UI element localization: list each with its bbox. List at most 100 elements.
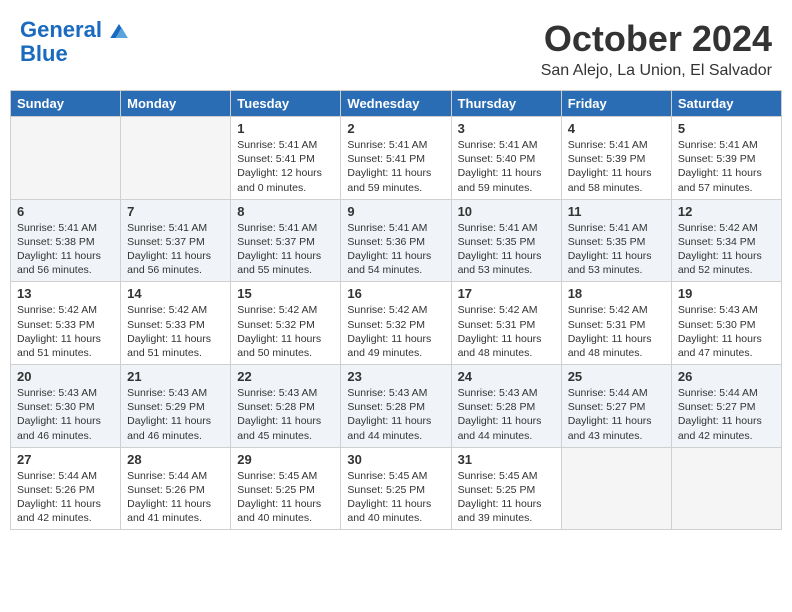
day-number: 19 (678, 286, 775, 301)
day-number: 2 (347, 121, 444, 136)
logo-blue-text: Blue (20, 42, 68, 66)
day-info: Sunrise: 5:41 AMSunset: 5:35 PMDaylight:… (458, 221, 555, 278)
day-number: 20 (17, 369, 114, 384)
calendar-day-cell: 12Sunrise: 5:42 AMSunset: 5:34 PMDayligh… (671, 199, 781, 282)
calendar-day-cell: 2 Sunrise: 5:41 AMSunset: 5:41 PMDaylight… (341, 117, 451, 200)
day-info: Sunrise: 5:42 AMSunset: 5:32 PMDaylight:… (237, 303, 334, 360)
day-number: 3 (458, 121, 555, 136)
day-number: 17 (458, 286, 555, 301)
day-info: Sunrise: 5:43 AMSunset: 5:30 PMDaylight:… (17, 386, 114, 443)
day-info: Sunrise: 5:45 AMSunset: 5:25 PMDaylight:… (237, 469, 334, 526)
day-info: Sunrise: 5:41 AMSunset: 5:36 PMDaylight:… (347, 221, 444, 278)
day-number: 4 (568, 121, 665, 136)
weekday-header: Saturday (671, 91, 781, 117)
day-info: Sunrise: 5:42 AMSunset: 5:32 PMDaylight:… (347, 303, 444, 360)
calendar-day-cell: 3 Sunrise: 5:41 AMSunset: 5:40 PMDaylight… (451, 117, 561, 200)
title-section: October 2024 San Alejo, La Union, El Sal… (541, 18, 772, 80)
calendar-week-row: 27 Sunrise: 5:44 AMSunset: 5:26 PMDayligh… (11, 447, 782, 530)
calendar-day-cell: 18Sunrise: 5:42 AMSunset: 5:31 PMDayligh… (561, 282, 671, 365)
day-number: 22 (237, 369, 334, 384)
day-info: Sunrise: 5:42 AMSunset: 5:33 PMDaylight:… (17, 303, 114, 360)
weekday-header: Friday (561, 91, 671, 117)
day-number: 31 (458, 452, 555, 467)
day-number: 21 (127, 369, 224, 384)
calendar-day-cell: 27 Sunrise: 5:44 AMSunset: 5:26 PMDayligh… (11, 447, 121, 530)
calendar-day-cell: 22 Sunrise: 5:43 AMSunset: 5:28 PMDayligh… (231, 365, 341, 448)
day-number: 7 (127, 204, 224, 219)
calendar-day-cell: 14 Sunrise: 5:42 AMSunset: 5:33 PMDayligh… (121, 282, 231, 365)
day-number: 5 (678, 121, 775, 136)
day-info: Sunrise: 5:41 AMSunset: 5:41 PMDaylight:… (347, 138, 444, 195)
page-header: General Blue October 2024 San Alejo, La … (10, 10, 782, 84)
day-number: 12 (678, 204, 775, 219)
calendar-day-cell: 11 Sunrise: 5:41 AMSunset: 5:35 PMDayligh… (561, 199, 671, 282)
calendar-day-cell: 28Sunrise: 5:44 AMSunset: 5:26 PMDayligh… (121, 447, 231, 530)
day-number: 29 (237, 452, 334, 467)
weekday-header: Monday (121, 91, 231, 117)
day-info: Sunrise: 5:41 AMSunset: 5:35 PMDaylight:… (568, 221, 665, 278)
day-info: Sunrise: 5:41 AMSunset: 5:41 PMDaylight:… (237, 138, 334, 195)
day-info: Sunrise: 5:45 AMSunset: 5:25 PMDaylight:… (347, 469, 444, 526)
day-number: 28 (127, 452, 224, 467)
calendar-day-cell: 25Sunrise: 5:44 AMSunset: 5:27 PMDayligh… (561, 365, 671, 448)
calendar-header-row: SundayMondayTuesdayWednesdayThursdayFrid… (11, 91, 782, 117)
day-info: Sunrise: 5:41 AMSunset: 5:40 PMDaylight:… (458, 138, 555, 195)
calendar-day-cell: 17 Sunrise: 5:42 AMSunset: 5:31 PMDayligh… (451, 282, 561, 365)
day-number: 27 (17, 452, 114, 467)
calendar-day-cell: 13 Sunrise: 5:42 AMSunset: 5:33 PMDayligh… (11, 282, 121, 365)
day-info: Sunrise: 5:44 AMSunset: 5:26 PMDaylight:… (17, 469, 114, 526)
weekday-header: Tuesday (231, 91, 341, 117)
calendar-day-cell: 7 Sunrise: 5:41 AMSunset: 5:37 PMDaylight… (121, 199, 231, 282)
calendar-day-cell: 1 Sunrise: 5:41 AMSunset: 5:41 PMDaylight… (231, 117, 341, 200)
weekday-header: Wednesday (341, 91, 451, 117)
day-info: Sunrise: 5:42 AMSunset: 5:33 PMDaylight:… (127, 303, 224, 360)
weekday-header: Sunday (11, 91, 121, 117)
day-number: 6 (17, 204, 114, 219)
day-info: Sunrise: 5:41 AMSunset: 5:37 PMDaylight:… (127, 221, 224, 278)
calendar-day-cell: 19 Sunrise: 5:43 AMSunset: 5:30 PMDayligh… (671, 282, 781, 365)
location-title: San Alejo, La Union, El Salvador (541, 62, 772, 80)
day-number: 14 (127, 286, 224, 301)
calendar-day-cell: 15 Sunrise: 5:42 AMSunset: 5:32 PMDayligh… (231, 282, 341, 365)
logo-text: General (20, 18, 128, 42)
day-info: Sunrise: 5:43 AMSunset: 5:30 PMDaylight:… (678, 303, 775, 360)
calendar-day-cell: 20 Sunrise: 5:43 AMSunset: 5:30 PMDayligh… (11, 365, 121, 448)
calendar-day-cell: 29 Sunrise: 5:45 AMSunset: 5:25 PMDayligh… (231, 447, 341, 530)
day-info: Sunrise: 5:45 AMSunset: 5:25 PMDaylight:… (458, 469, 555, 526)
calendar-day-cell: 9Sunrise: 5:41 AMSunset: 5:36 PMDaylight… (341, 199, 451, 282)
calendar-week-row: 13 Sunrise: 5:42 AMSunset: 5:33 PMDayligh… (11, 282, 782, 365)
calendar-day-cell: 30Sunrise: 5:45 AMSunset: 5:25 PMDayligh… (341, 447, 451, 530)
day-number: 26 (678, 369, 775, 384)
calendar-day-cell (671, 447, 781, 530)
day-info: Sunrise: 5:41 AMSunset: 5:38 PMDaylight:… (17, 221, 114, 278)
day-info: Sunrise: 5:42 AMSunset: 5:31 PMDaylight:… (568, 303, 665, 360)
calendar-day-cell: 26 Sunrise: 5:44 AMSunset: 5:27 PMDayligh… (671, 365, 781, 448)
day-info: Sunrise: 5:43 AMSunset: 5:28 PMDaylight:… (458, 386, 555, 443)
day-info: Sunrise: 5:42 AMSunset: 5:31 PMDaylight:… (458, 303, 555, 360)
day-number: 11 (568, 204, 665, 219)
day-info: Sunrise: 5:44 AMSunset: 5:27 PMDaylight:… (678, 386, 775, 443)
day-info: Sunrise: 5:44 AMSunset: 5:27 PMDaylight:… (568, 386, 665, 443)
day-number: 10 (458, 204, 555, 219)
day-number: 16 (347, 286, 444, 301)
calendar-day-cell: 5Sunrise: 5:41 AMSunset: 5:39 PMDaylight… (671, 117, 781, 200)
day-number: 15 (237, 286, 334, 301)
day-info: Sunrise: 5:43 AMSunset: 5:28 PMDaylight:… (237, 386, 334, 443)
calendar-day-cell: 24 Sunrise: 5:43 AMSunset: 5:28 PMDayligh… (451, 365, 561, 448)
calendar-week-row: 20 Sunrise: 5:43 AMSunset: 5:30 PMDayligh… (11, 365, 782, 448)
calendar-day-cell: 8Sunrise: 5:41 AMSunset: 5:37 PMDaylight… (231, 199, 341, 282)
logo: General Blue (20, 18, 128, 66)
calendar-day-cell: 6 Sunrise: 5:41 AMSunset: 5:38 PMDaylight… (11, 199, 121, 282)
calendar-day-cell: 4Sunrise: 5:41 AMSunset: 5:39 PMDaylight… (561, 117, 671, 200)
calendar-day-cell: 21 Sunrise: 5:43 AMSunset: 5:29 PMDayligh… (121, 365, 231, 448)
day-number: 1 (237, 121, 334, 136)
day-number: 23 (347, 369, 444, 384)
calendar-day-cell (561, 447, 671, 530)
calendar-week-row: 1 Sunrise: 5:41 AMSunset: 5:41 PMDaylight… (11, 117, 782, 200)
logo-icon (110, 24, 128, 38)
calendar-day-cell (11, 117, 121, 200)
day-number: 24 (458, 369, 555, 384)
day-info: Sunrise: 5:43 AMSunset: 5:29 PMDaylight:… (127, 386, 224, 443)
calendar-week-row: 6 Sunrise: 5:41 AMSunset: 5:38 PMDaylight… (11, 199, 782, 282)
day-number: 13 (17, 286, 114, 301)
